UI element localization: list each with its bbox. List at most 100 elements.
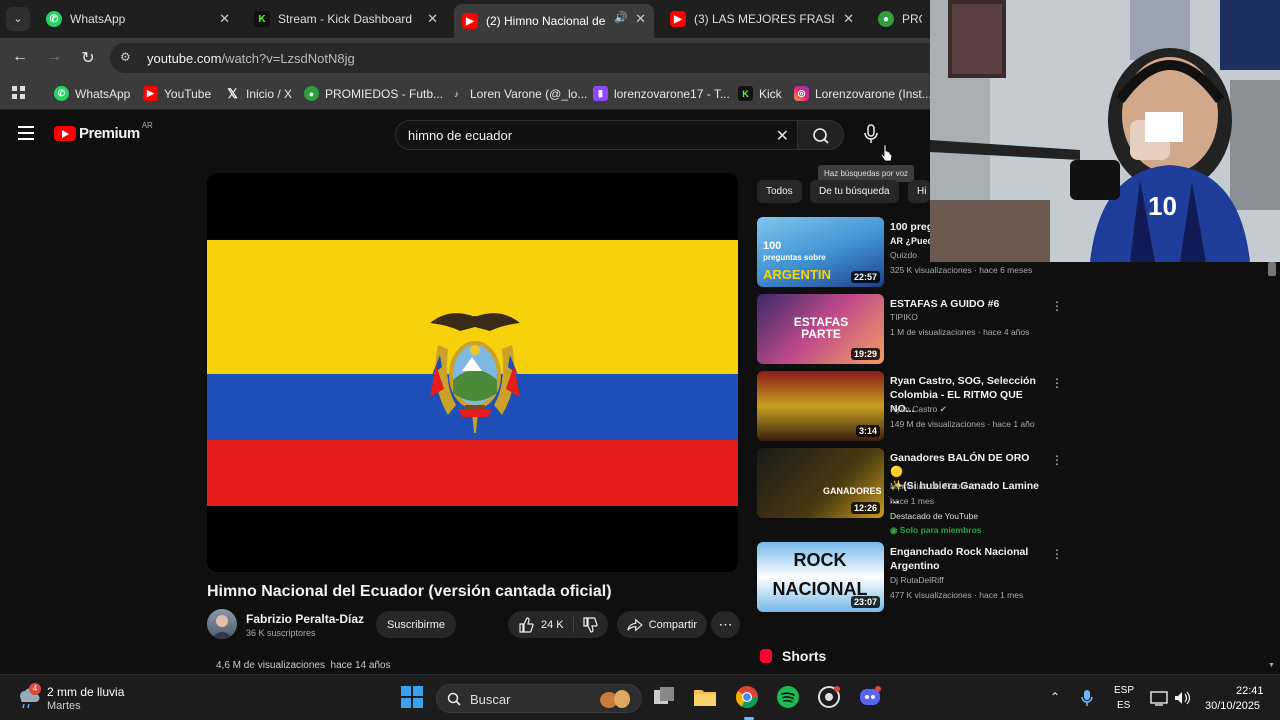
- file-explorer-icon[interactable]: [693, 685, 717, 709]
- weather-text[interactable]: 2 mm de lluvia: [47, 685, 124, 699]
- chip-historial[interactable]: Hi: [908, 180, 930, 203]
- like-button[interactable]: 24 K: [508, 616, 574, 633]
- chip-de-tu-busqueda[interactable]: De tu búsqueda: [810, 180, 899, 203]
- page-scrollbar[interactable]: [1268, 262, 1276, 276]
- related-video[interactable]: ESTAFAS PARTE 19:29 ESTAFAS A GUIDO #6 T…: [757, 294, 1063, 366]
- back-arrow-icon[interactable]: ←: [10, 48, 30, 66]
- related-video[interactable]: GANADORES 12:26 Ganadores BALÓN DE ORO 🟡…: [757, 448, 1063, 535]
- whatsapp-icon: ✆: [46, 11, 62, 27]
- video-player[interactable]: [207, 173, 738, 572]
- related-video[interactable]: ROCK NACIONAL 23:07 Enganchado Rock Naci…: [757, 542, 1063, 614]
- task-view-icon[interactable]: [652, 685, 676, 709]
- channel-name[interactable]: Fabrizio Peralta-Díaz: [246, 612, 364, 626]
- more-vertical-icon[interactable]: ⋮: [1051, 376, 1063, 390]
- related-channel: Dj RutaDelRiff: [890, 575, 944, 585]
- video-duration: 12:26: [850, 502, 880, 514]
- tab-search-button[interactable]: ⌄: [6, 7, 30, 31]
- youtube-icon: ▶: [670, 11, 686, 27]
- site-settings-icon[interactable]: ⚙: [120, 50, 134, 64]
- tab-mejores-frases[interactable]: ▶ (3) LAS MEJORES FRASES DE ✕: [662, 4, 862, 34]
- bookmark-label: Inicio / X: [246, 86, 293, 101]
- related-title: ESTAFAS A GUIDO #6: [890, 298, 1000, 310]
- bookmark-promiedos[interactable]: ● PROMIEDOS - Futb...: [304, 86, 443, 101]
- related-meta: hace 1 mes: [890, 496, 934, 506]
- related-video[interactable]: 3:14 Ryan Castro, SOG, Selección Colombia…: [757, 371, 1063, 443]
- video-duration: 23:07: [850, 596, 880, 608]
- tray-overflow-chevron-icon[interactable]: ⌃: [1050, 690, 1060, 704]
- bookmark-whatsapp[interactable]: ✆ WhatsApp: [54, 86, 130, 101]
- spotify-icon[interactable]: [776, 685, 800, 709]
- chip-todos[interactable]: Todos: [757, 180, 802, 203]
- share-button[interactable]: Compartir: [617, 611, 707, 638]
- more-actions-button[interactable]: ⋯: [711, 611, 740, 638]
- more-vertical-icon[interactable]: ⋮: [1051, 453, 1063, 467]
- microphone-icon[interactable]: [1080, 689, 1094, 707]
- tab-promiedos[interactable]: ● PROM: [870, 4, 930, 34]
- volume-icon[interactable]: [1174, 690, 1190, 706]
- verified-icon: ✔: [969, 481, 977, 491]
- apps-grid-icon[interactable]: [12, 86, 26, 100]
- video-duration: 19:29: [850, 348, 880, 360]
- bookmark-instagram[interactable]: ◎ Lorenzovarone (Inst...: [794, 86, 932, 101]
- menu-icon[interactable]: [18, 126, 34, 140]
- tab-label: Stream - Kick Dashboard: [278, 12, 413, 26]
- youtube-icon: ▶: [143, 86, 158, 101]
- streamer-webcam-image: 10: [930, 0, 1280, 262]
- like-dislike-group: 24 K: [508, 611, 608, 638]
- channel-avatar[interactable]: [207, 609, 237, 639]
- keyboard-layout: ES: [1117, 700, 1131, 711]
- windows-start-icon[interactable]: [400, 685, 424, 709]
- close-icon[interactable]: ✕: [635, 11, 646, 27]
- channel-subscribers: 36 K suscriptores: [246, 628, 316, 638]
- twitch-icon: ▮: [593, 86, 608, 101]
- tab-label: (2) Himno Nacional del E: [486, 14, 606, 28]
- video-duration: 3:14: [855, 425, 880, 437]
- close-icon[interactable]: ✕: [219, 11, 230, 27]
- bookmark-kick[interactable]: K Kick: [738, 86, 782, 101]
- bookmark-twitch[interactable]: ▮ lorenzovarone17 - T...: [593, 86, 730, 101]
- clear-search-icon[interactable]: ✕: [776, 126, 789, 146]
- discord-icon[interactable]: [858, 685, 882, 709]
- scroll-down-arrow-icon[interactable]: ▼: [1268, 662, 1275, 669]
- instagram-icon: ◎: [794, 86, 809, 101]
- speaker-icon[interactable]: 🔊: [614, 11, 628, 24]
- search-icon: [813, 128, 829, 144]
- related-meta: 1 M de visualizaciones · hace 4 años: [890, 327, 1030, 337]
- network-icon[interactable]: [1150, 690, 1168, 706]
- search-input[interactable]: himno de ecuador ✕: [395, 120, 798, 150]
- youtube-logo-icon: [54, 126, 76, 141]
- tab-kick-dashboard[interactable]: K Stream - Kick Dashboard ✕: [246, 4, 446, 34]
- search-highlight-icon: [600, 690, 630, 708]
- close-icon[interactable]: ✕: [427, 11, 438, 27]
- bookmark-youtube[interactable]: ▶ YouTube: [143, 86, 211, 101]
- video-thumbnail: ESTAFAS PARTE 19:29: [757, 294, 884, 364]
- tab-himno-nacional[interactable]: ▶ (2) Himno Nacional del E 🔊 ✕: [454, 4, 654, 38]
- verified-icon: ✔: [939, 404, 947, 414]
- more-vertical-icon[interactable]: ⋮: [1051, 547, 1063, 561]
- related-meta: 477 K visualizaciones · hace 1 mes: [890, 590, 1024, 600]
- youtube-premium-logo[interactable]: Premium AR: [54, 121, 153, 142]
- chrome-icon[interactable]: [735, 685, 759, 709]
- search-button[interactable]: [797, 120, 844, 150]
- related-channel: Quizdo: [890, 250, 917, 260]
- tab-whatsapp[interactable]: ✆ WhatsApp ✕: [38, 4, 238, 34]
- thumbs-down-icon: [583, 616, 598, 633]
- bookmark-x[interactable]: 𝕏 Inicio / X: [225, 86, 292, 101]
- svg-text:10: 10: [1148, 191, 1177, 221]
- forward-arrow-icon[interactable]: →: [44, 48, 64, 66]
- url-text: youtube.com/watch?v=LzsdNotN8jg: [147, 51, 355, 66]
- bookmark-label: lorenzovarone17 - T...: [614, 86, 730, 101]
- taskbar-search-input[interactable]: Buscar: [436, 684, 642, 713]
- reload-icon[interactable]: ↻: [78, 48, 98, 68]
- input-language[interactable]: ESP: [1114, 685, 1134, 696]
- bookmark-tiktok[interactable]: ♪ Loren Varone (@_lo...: [449, 86, 587, 101]
- weather-badge: 4: [29, 683, 41, 695]
- dislike-button[interactable]: [574, 616, 598, 633]
- clock-time[interactable]: 22:41: [1236, 685, 1264, 697]
- video-title: Himno Nacional del Ecuador (versión cant…: [207, 583, 612, 600]
- subscribe-button[interactable]: Suscribirme: [376, 611, 456, 638]
- flag-red-band: [207, 440, 738, 506]
- more-vertical-icon[interactable]: ⋮: [1051, 299, 1063, 313]
- gaming-app-icon[interactable]: [817, 685, 841, 709]
- close-icon[interactable]: ✕: [843, 11, 854, 27]
